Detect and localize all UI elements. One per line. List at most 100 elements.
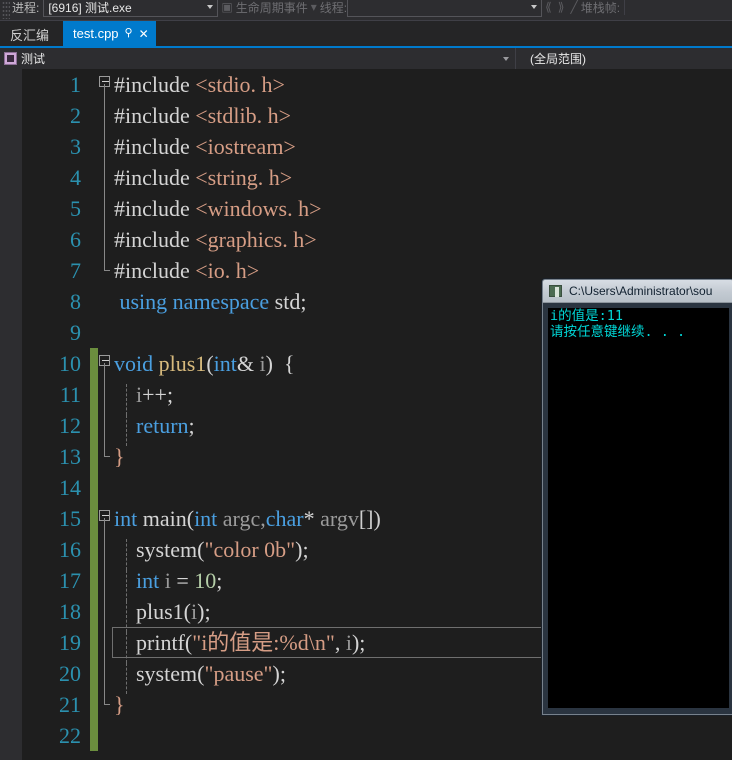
code-line[interactable]: 6 #include <graphics. h> — [22, 224, 732, 255]
outlining-margin[interactable] — [98, 441, 112, 472]
process-label: 进程: — [12, 0, 40, 15]
code-line[interactable]: 4 #include <string. h> — [22, 162, 732, 193]
change-indicator-bar — [90, 503, 98, 534]
outlining-margin[interactable] — [98, 193, 112, 224]
code-text[interactable] — [112, 725, 732, 747]
outline-elbow — [104, 255, 110, 271]
debug-toolbar: 进程: [6916] 测试.exe ▣ 生命周期事件 ▾ 线程: ⟪ ⟫ ╱ 堆… — [0, 0, 732, 21]
code-line[interactable]: 22 — [22, 720, 732, 751]
line-number: 6 — [70, 226, 81, 252]
change-indicator-bar — [90, 162, 98, 193]
console-window[interactable]: C:\Users\Administrator\sou i的值是:11 请按任意键继… — [542, 279, 732, 715]
change-indicator-bar — [90, 100, 98, 131]
line-number: 12 — [59, 412, 81, 438]
thread-combobox[interactable] — [347, 0, 543, 17]
outlining-margin[interactable] — [98, 534, 112, 565]
outlining-margin[interactable] — [98, 627, 112, 658]
line-number: 10 — [59, 350, 81, 376]
no-symbol-icon[interactable]: ╱ — [570, 0, 577, 14]
outlining-margin[interactable] — [98, 348, 112, 379]
outlining-margin[interactable] — [98, 565, 112, 596]
outlining-margin[interactable] — [98, 100, 112, 131]
outline-line — [104, 162, 105, 193]
code-text[interactable]: #include <iostream> — [112, 135, 732, 158]
step-forward-icon[interactable]: ⟫ — [558, 0, 565, 14]
project-combobox[interactable]: 测试 — [0, 48, 516, 69]
outlining-margin[interactable] — [98, 69, 112, 100]
outlining-margin[interactable] — [98, 224, 112, 255]
code-text[interactable]: #include <string. h> — [112, 166, 732, 189]
lifecycle-icon[interactable]: ▣ — [221, 0, 232, 14]
line-number: 14 — [59, 474, 81, 500]
outline-line — [104, 658, 105, 689]
step-back-icon[interactable]: ⟪ — [545, 0, 552, 14]
toolbar-grip[interactable] — [2, 1, 10, 19]
code-line[interactable]: 3 #include <iostream> — [22, 131, 732, 162]
change-indicator-bar — [90, 565, 98, 596]
outlining-margin[interactable] — [98, 658, 112, 689]
chevron-down-icon — [531, 5, 538, 9]
outlining-margin[interactable] — [98, 162, 112, 193]
outlining-margin[interactable] — [98, 720, 112, 751]
tab-test-cpp[interactable]: test.cpp ⚲ ✕ — [63, 21, 156, 46]
change-indicator-bar — [90, 472, 98, 503]
code-text[interactable]: #include <graphics. h> — [112, 228, 732, 251]
line-number: 16 — [59, 536, 81, 562]
outlining-margin[interactable] — [98, 503, 112, 534]
outline-elbow — [104, 689, 110, 705]
tab-disassembly[interactable]: 反汇编 — [0, 29, 63, 46]
line-number: 7 — [70, 257, 81, 283]
tab-label: test.cpp — [73, 26, 119, 41]
change-indicator-bar — [90, 627, 98, 658]
outlining-margin[interactable] — [98, 317, 112, 348]
console-title-bar[interactable]: C:\Users\Administrator\sou — [543, 280, 732, 303]
code-text[interactable]: #include <stdlib. h> — [112, 104, 732, 127]
breakpoint-margin[interactable] — [0, 69, 22, 760]
pin-icon[interactable]: ⚲ — [125, 28, 133, 39]
line-number: 13 — [59, 443, 81, 469]
change-indicator-bar — [90, 131, 98, 162]
line-number: 21 — [59, 691, 81, 717]
code-text[interactable]: #include <stdio. h> — [112, 73, 732, 96]
outlining-margin[interactable] — [98, 255, 112, 286]
chevron-down-icon[interactable]: ▾ — [311, 0, 317, 14]
code-line[interactable]: 2 #include <stdlib. h> — [22, 100, 732, 131]
change-indicator-bar — [90, 286, 98, 317]
outline-line — [104, 100, 105, 131]
outlining-margin[interactable] — [98, 472, 112, 503]
console-line: i的值是:11 — [550, 308, 624, 324]
outline-line — [104, 224, 105, 255]
change-indicator-bar — [90, 317, 98, 348]
outlining-margin[interactable] — [98, 410, 112, 441]
outline-line — [104, 627, 105, 658]
visual-studio-window: 进程: [6916] 测试.exe ▣ 生命周期事件 ▾ 线程: ⟪ ⟫ ╱ 堆… — [0, 0, 732, 760]
change-indicator-bar — [90, 689, 98, 720]
stack-frame-label: 堆栈帧: — [580, 0, 621, 15]
outline-line — [104, 84, 105, 100]
line-number: 18 — [59, 598, 81, 624]
lifecycle-label[interactable]: 生命周期事件 — [236, 0, 308, 16]
outlining-margin[interactable] — [98, 286, 112, 317]
outlining-margin[interactable] — [98, 379, 112, 410]
line-number: 3 — [70, 133, 81, 159]
change-indicator-bar — [90, 255, 98, 286]
change-indicator-bar — [90, 534, 98, 565]
scope-combobox[interactable]: (全局范围) — [516, 48, 732, 69]
outlining-margin[interactable] — [98, 131, 112, 162]
line-number: 19 — [59, 629, 81, 655]
scope-name: (全局范围) — [530, 52, 586, 66]
change-indicator-bar — [90, 193, 98, 224]
code-line[interactable]: 5 #include <windows. h> — [22, 193, 732, 224]
console-icon — [549, 285, 562, 297]
code-text[interactable]: #include <windows. h> — [112, 197, 732, 220]
line-number: 1 — [70, 71, 81, 97]
code-line[interactable]: 1 #include <stdio. h> — [22, 69, 732, 100]
outline-line — [104, 596, 105, 627]
console-line: 请按任意键继续. . . — [550, 324, 686, 340]
outlining-margin[interactable] — [98, 596, 112, 627]
process-combobox[interactable]: [6916] 测试.exe — [43, 0, 219, 17]
close-icon[interactable]: ✕ — [139, 28, 149, 40]
line-number: 9 — [70, 319, 81, 345]
line-number: 5 — [70, 195, 81, 221]
outlining-margin[interactable] — [98, 689, 112, 720]
